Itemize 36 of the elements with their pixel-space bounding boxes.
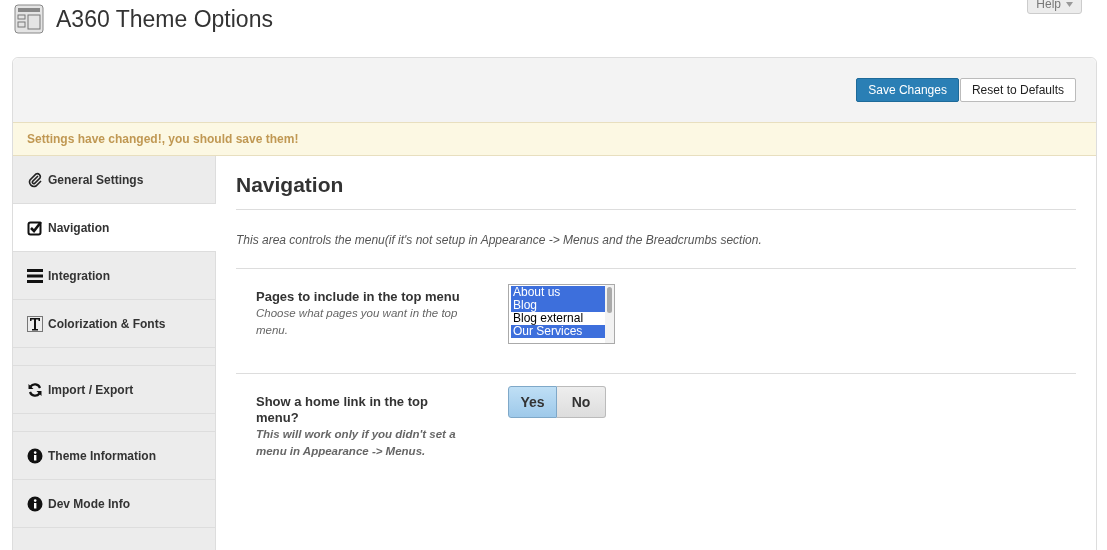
checkbox-icon [27,219,43,236]
sidebar-item-label: General Settings [48,172,144,187]
notice-message: Settings have changed!, you should save them! [13,122,1096,156]
sidebar-item-label: Dev Mode Info [48,496,130,511]
sidebar-item-label: Integration [48,268,110,283]
reset-button[interactable]: Reset to Defaults [959,78,1076,102]
save-button[interactable]: Save Changes [856,78,959,102]
page-title: A360 Theme Options [56,5,273,33]
field-hint: This will work only if you didn't set a menu in Appearance -> Menus. [256,427,457,459]
sidebar-item-label: Theme Information [48,448,156,463]
toggle-option[interactable]: Yes [508,386,557,418]
field-hint: Choose what pages you want in the top menu. [256,306,459,338]
sidebar-item-label: Colorization & Fonts [48,316,166,331]
caret-icon [1066,1,1073,7]
section-title: Navigation [236,173,1076,210]
list-option[interactable]: Blog external [511,312,605,325]
refresh-icon [27,381,43,398]
list-option[interactable]: Blog [511,299,605,312]
list-option[interactable]: Our Services [511,325,605,338]
list-option[interactable]: About us [511,286,605,299]
sidebar-item-label: Import / Export [48,382,134,397]
field-label: Show a home link in the top menu? [256,394,429,426]
info-icon [27,447,43,464]
sidebar-item-label: Navigation [48,220,110,235]
layout-icon [14,4,44,34]
toggle-option[interactable]: No [557,386,606,418]
sidebar-item[interactable]: Navigation [13,204,216,252]
paperclip-icon [27,171,43,188]
scrollbar[interactable] [605,285,614,343]
pages-listbox[interactable]: About us Blog Blog external Our Services [508,284,615,344]
info-icon [27,495,43,512]
help-button[interactable]: Help [1027,0,1082,14]
section-description: This area controls the menu(if it's not setup in Appearance -> Menus and the Breadcrumbs section. [236,210,1076,269]
field-label: Pages to include in the top menu [256,289,461,305]
menu-icon [27,267,43,284]
text-icon [27,315,43,332]
